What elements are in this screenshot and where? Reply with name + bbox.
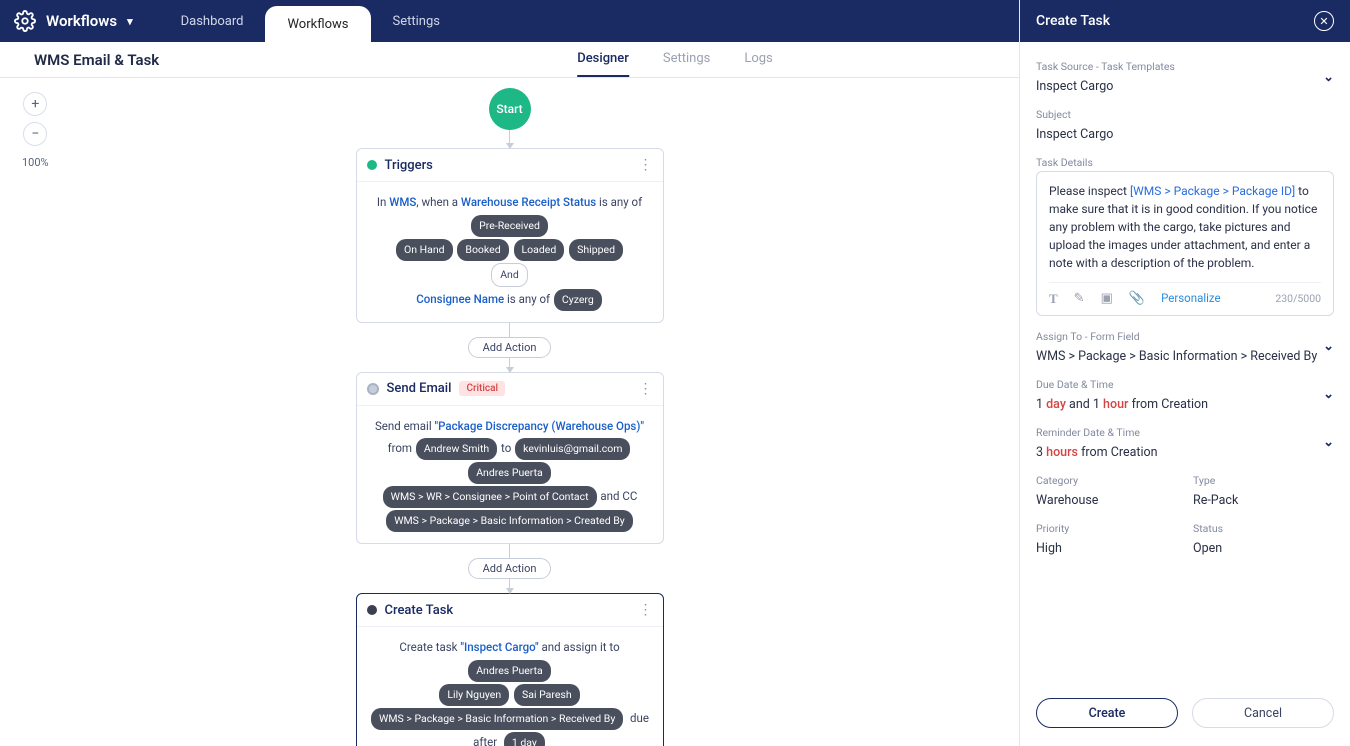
text-format-icon[interactable]: T xyxy=(1049,289,1058,309)
type-field[interactable]: Type Re-Pack xyxy=(1193,474,1334,508)
category-field[interactable]: Category Warehouse xyxy=(1036,474,1177,508)
nav-tab-settings[interactable]: Settings xyxy=(371,0,462,42)
priority-field[interactable]: Priority High xyxy=(1036,522,1177,556)
card-title: Triggers xyxy=(385,158,433,173)
subtabs: Designer Settings Logs xyxy=(577,42,773,77)
brand-label: Workflows xyxy=(46,12,117,30)
task-source-select[interactable]: Task Source - Task Templates Inspect Car… xyxy=(1036,60,1334,94)
card-title: Create Task xyxy=(385,603,454,618)
triggers-card[interactable]: Triggers ⋮ In WMS, when a Warehouse Rece… xyxy=(356,148,664,323)
trigger-dot-icon xyxy=(367,160,377,170)
subtab-settings[interactable]: Settings xyxy=(663,42,710,77)
priority-badge: Critical xyxy=(459,381,505,396)
nav-tab-workflows[interactable]: Workflows xyxy=(265,6,370,42)
triggers-body: In WMS, when a Warehouse Receipt Status … xyxy=(357,182,663,322)
kebab-menu-icon[interactable]: ⋮ xyxy=(639,381,653,397)
start-node[interactable]: Start xyxy=(489,88,531,130)
attachment-icon[interactable]: 📎 xyxy=(1129,289,1145,309)
chevron-down-icon: ⌄ xyxy=(1323,70,1334,85)
send-email-body: Send email "Package Discrepancy (Warehou… xyxy=(357,406,663,544)
eyedropper-icon[interactable]: ✎ xyxy=(1074,289,1085,309)
task-details-field: Task Details Please inspect [WMS > Packa… xyxy=(1036,156,1334,316)
chevron-down-icon: ▾ xyxy=(127,15,133,28)
due-date-select[interactable]: Due Date & Time 1 day and 1 hour from Cr… xyxy=(1036,378,1334,412)
add-action-button[interactable]: Add Action xyxy=(468,558,552,579)
task-details-textarea[interactable]: Please inspect [WMS > Package > Package … xyxy=(1036,171,1334,316)
assign-to-select[interactable]: Assign To - Form Field WMS > Package > B… xyxy=(1036,330,1334,364)
gear-icon xyxy=(14,10,36,32)
connector xyxy=(509,130,510,148)
kebab-menu-icon[interactable]: ⋮ xyxy=(639,157,653,173)
create-button[interactable]: Create xyxy=(1036,698,1178,728)
designer-canvas[interactable]: Start Triggers ⋮ In WMS, when a Warehous… xyxy=(0,78,1019,746)
panel-title: Create Task xyxy=(1036,13,1110,29)
create-task-card[interactable]: Create Task ⋮ Create task "Inspect Cargo… xyxy=(356,593,664,746)
email-dot-icon xyxy=(367,383,379,395)
nav-tab-dashboard[interactable]: Dashboard xyxy=(159,0,266,42)
chevron-down-icon: ⌄ xyxy=(1323,387,1334,402)
task-dot-icon xyxy=(367,605,377,615)
kebab-menu-icon[interactable]: ⋮ xyxy=(639,602,653,618)
card-title: Send Email xyxy=(387,381,452,396)
send-email-card[interactable]: Send Email Critical ⋮ Send email "Packag… xyxy=(356,372,664,545)
image-icon[interactable]: ▣ xyxy=(1101,289,1113,309)
panel-header: Create Task ✕ xyxy=(1020,0,1350,42)
connector xyxy=(509,544,510,558)
workflow-title: WMS Email & Task xyxy=(34,51,159,69)
subject-field[interactable]: Subject Inspect Cargo xyxy=(1036,108,1334,142)
create-task-body: Create task "Inspect Cargo" and assign i… xyxy=(357,627,663,746)
chevron-down-icon: ⌄ xyxy=(1323,339,1334,354)
reminder-select[interactable]: Reminder Date & Time 3 hours from Creati… xyxy=(1036,426,1334,460)
cancel-button[interactable]: Cancel xyxy=(1192,698,1334,728)
brand[interactable]: Workflows ▾ xyxy=(14,10,133,32)
connector xyxy=(509,579,510,593)
add-action-button[interactable]: Add Action xyxy=(468,337,552,358)
personalize-link[interactable]: Personalize xyxy=(1161,290,1221,307)
connector xyxy=(509,323,510,337)
connector xyxy=(509,358,510,372)
close-icon[interactable]: ✕ xyxy=(1314,11,1334,31)
subtab-designer[interactable]: Designer xyxy=(577,42,629,77)
char-count: 230/5000 xyxy=(1275,291,1321,307)
chevron-down-icon: ⌄ xyxy=(1323,435,1334,450)
create-task-panel: Create Task ✕ Task Source - Task Templat… xyxy=(1019,0,1350,746)
subtab-logs[interactable]: Logs xyxy=(744,42,772,77)
status-field[interactable]: Status Open xyxy=(1193,522,1334,556)
